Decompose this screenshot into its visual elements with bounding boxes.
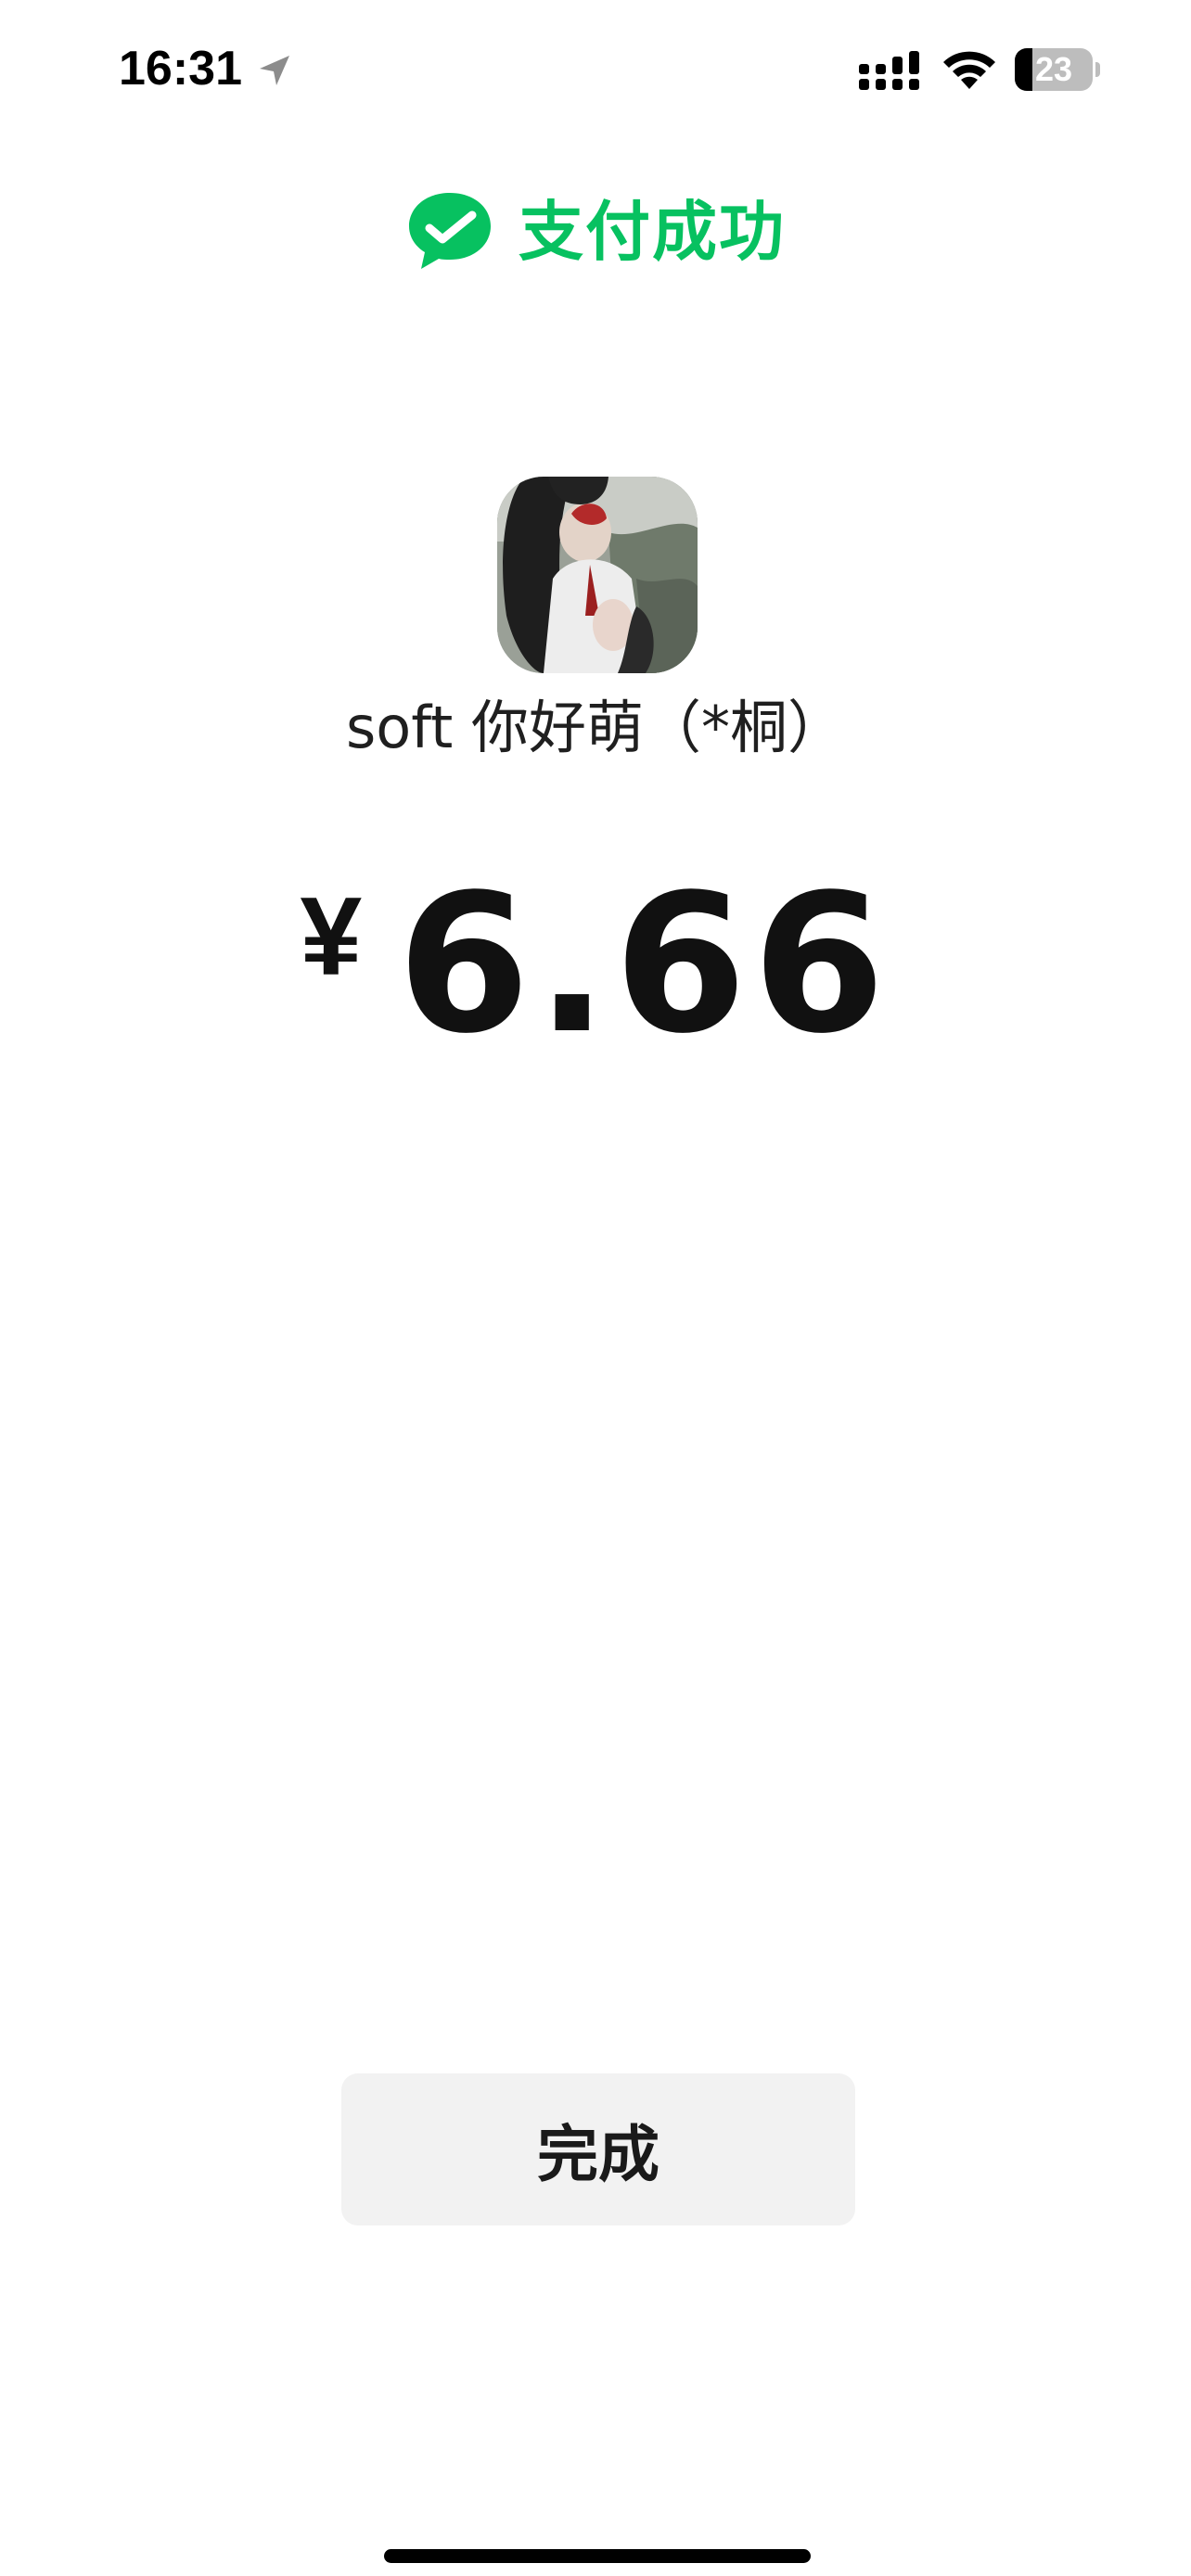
currency-symbol: ¥ <box>300 874 363 999</box>
battery-body: 23 <box>1015 48 1093 91</box>
status-bar: 16:31 23 <box>0 0 1191 139</box>
cellular-signal-icon <box>859 51 919 90</box>
home-indicator[interactable] <box>384 2549 811 2563</box>
payee-photo <box>497 477 698 673</box>
battery-icon: 23 <box>1015 48 1100 91</box>
battery-cap <box>1095 62 1100 77</box>
status-time: 16:31 <box>119 42 242 96</box>
payment-success-title: 支付成功 <box>519 194 786 270</box>
payee-name: soft 你好萌（*桐） <box>346 694 845 761</box>
amount-value: 6.66 <box>397 853 891 1076</box>
payment-success-header: 支付成功 <box>0 185 1191 278</box>
done-button[interactable]: 完成 <box>341 2073 855 2225</box>
wechat-pay-check-icon <box>409 193 491 269</box>
location-arrow-icon <box>260 56 289 85</box>
payee-avatar <box>497 477 698 673</box>
payment-amount: ¥ 6.66 <box>0 853 1191 1076</box>
battery-level: 23 <box>1034 50 1073 88</box>
wifi-icon <box>943 51 995 89</box>
